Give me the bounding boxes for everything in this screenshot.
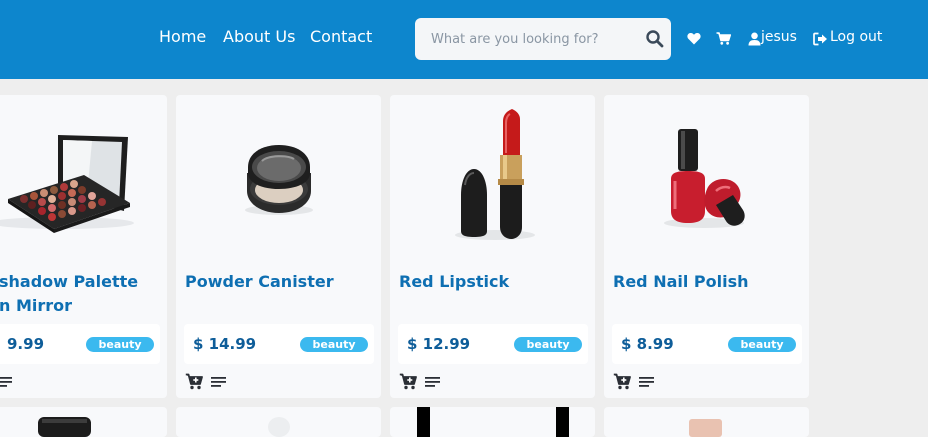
- category-badge[interactable]: beauty: [728, 337, 796, 352]
- product-price: 9.99: [7, 335, 45, 353]
- product-image: [689, 419, 722, 437]
- cart-icon[interactable]: [716, 32, 731, 45]
- add-to-cart-icon[interactable]: [613, 373, 631, 390]
- category-badge[interactable]: beauty: [86, 337, 154, 352]
- nav-link-about[interactable]: About Us: [223, 27, 295, 46]
- category-badge[interactable]: beauty: [514, 337, 582, 352]
- product-image: [417, 407, 569, 437]
- details-icon[interactable]: [211, 376, 227, 388]
- add-to-cart-icon[interactable]: [185, 373, 203, 390]
- product-title[interactable]: shadow Palette n Mirror: [0, 270, 167, 318]
- product-card[interactable]: shadow Palette n Mirror 9.99 beauty: [0, 95, 167, 398]
- price-row: $ 14.99 beauty: [184, 324, 374, 364]
- logout-link[interactable]: Log out: [830, 29, 882, 45]
- product-image: [38, 417, 91, 437]
- product-image-red-nail-polish: [664, 129, 745, 228]
- price-row: $ 12.99 beauty: [398, 324, 588, 364]
- add-to-cart-icon[interactable]: [399, 373, 417, 390]
- product-price: $ 8.99: [621, 335, 674, 353]
- details-icon[interactable]: [0, 376, 13, 388]
- search-icon[interactable]: [645, 29, 665, 49]
- product-title[interactable]: Red Nail Polish: [613, 270, 803, 294]
- product-card[interactable]: Red Nail Polish $ 8.99 beauty: [604, 95, 809, 398]
- price-row: $ 8.99 beauty: [612, 324, 802, 364]
- product-image-eyeshadow-palette: [0, 135, 134, 233]
- product-card[interactable]: [604, 407, 809, 437]
- search-box: [415, 18, 671, 60]
- product-card[interactable]: [0, 407, 167, 437]
- logout-icon[interactable]: [813, 32, 828, 46]
- category-badge[interactable]: beauty: [300, 337, 368, 352]
- product-image-powder-canister: [245, 145, 313, 215]
- product-image: [268, 417, 290, 437]
- product-price: $ 12.99: [407, 335, 471, 353]
- nav-link-home[interactable]: Home: [159, 27, 206, 46]
- product-image-red-lipstick: [455, 109, 535, 240]
- search-input[interactable]: [415, 18, 639, 60]
- user-icon[interactable]: [748, 32, 761, 46]
- details-icon[interactable]: [639, 376, 655, 388]
- details-icon[interactable]: [425, 376, 441, 388]
- product-card[interactable]: Red Lipstick $ 12.99 beauty: [390, 95, 595, 398]
- username-label[interactable]: jesus: [761, 29, 797, 45]
- product-card[interactable]: [390, 407, 595, 437]
- price-row: 9.99 beauty: [0, 324, 160, 364]
- product-card[interactable]: Powder Canister $ 14.99 beauty: [176, 95, 381, 398]
- heart-icon[interactable]: [687, 32, 701, 45]
- product-card[interactable]: [176, 407, 381, 437]
- nav-link-contact[interactable]: Contact: [310, 27, 372, 46]
- product-title[interactable]: Red Lipstick: [399, 270, 589, 294]
- product-title[interactable]: Powder Canister: [185, 270, 375, 294]
- navbar: Home About Us Contact jesus Log out: [0, 0, 928, 79]
- product-price: $ 14.99: [193, 335, 257, 353]
